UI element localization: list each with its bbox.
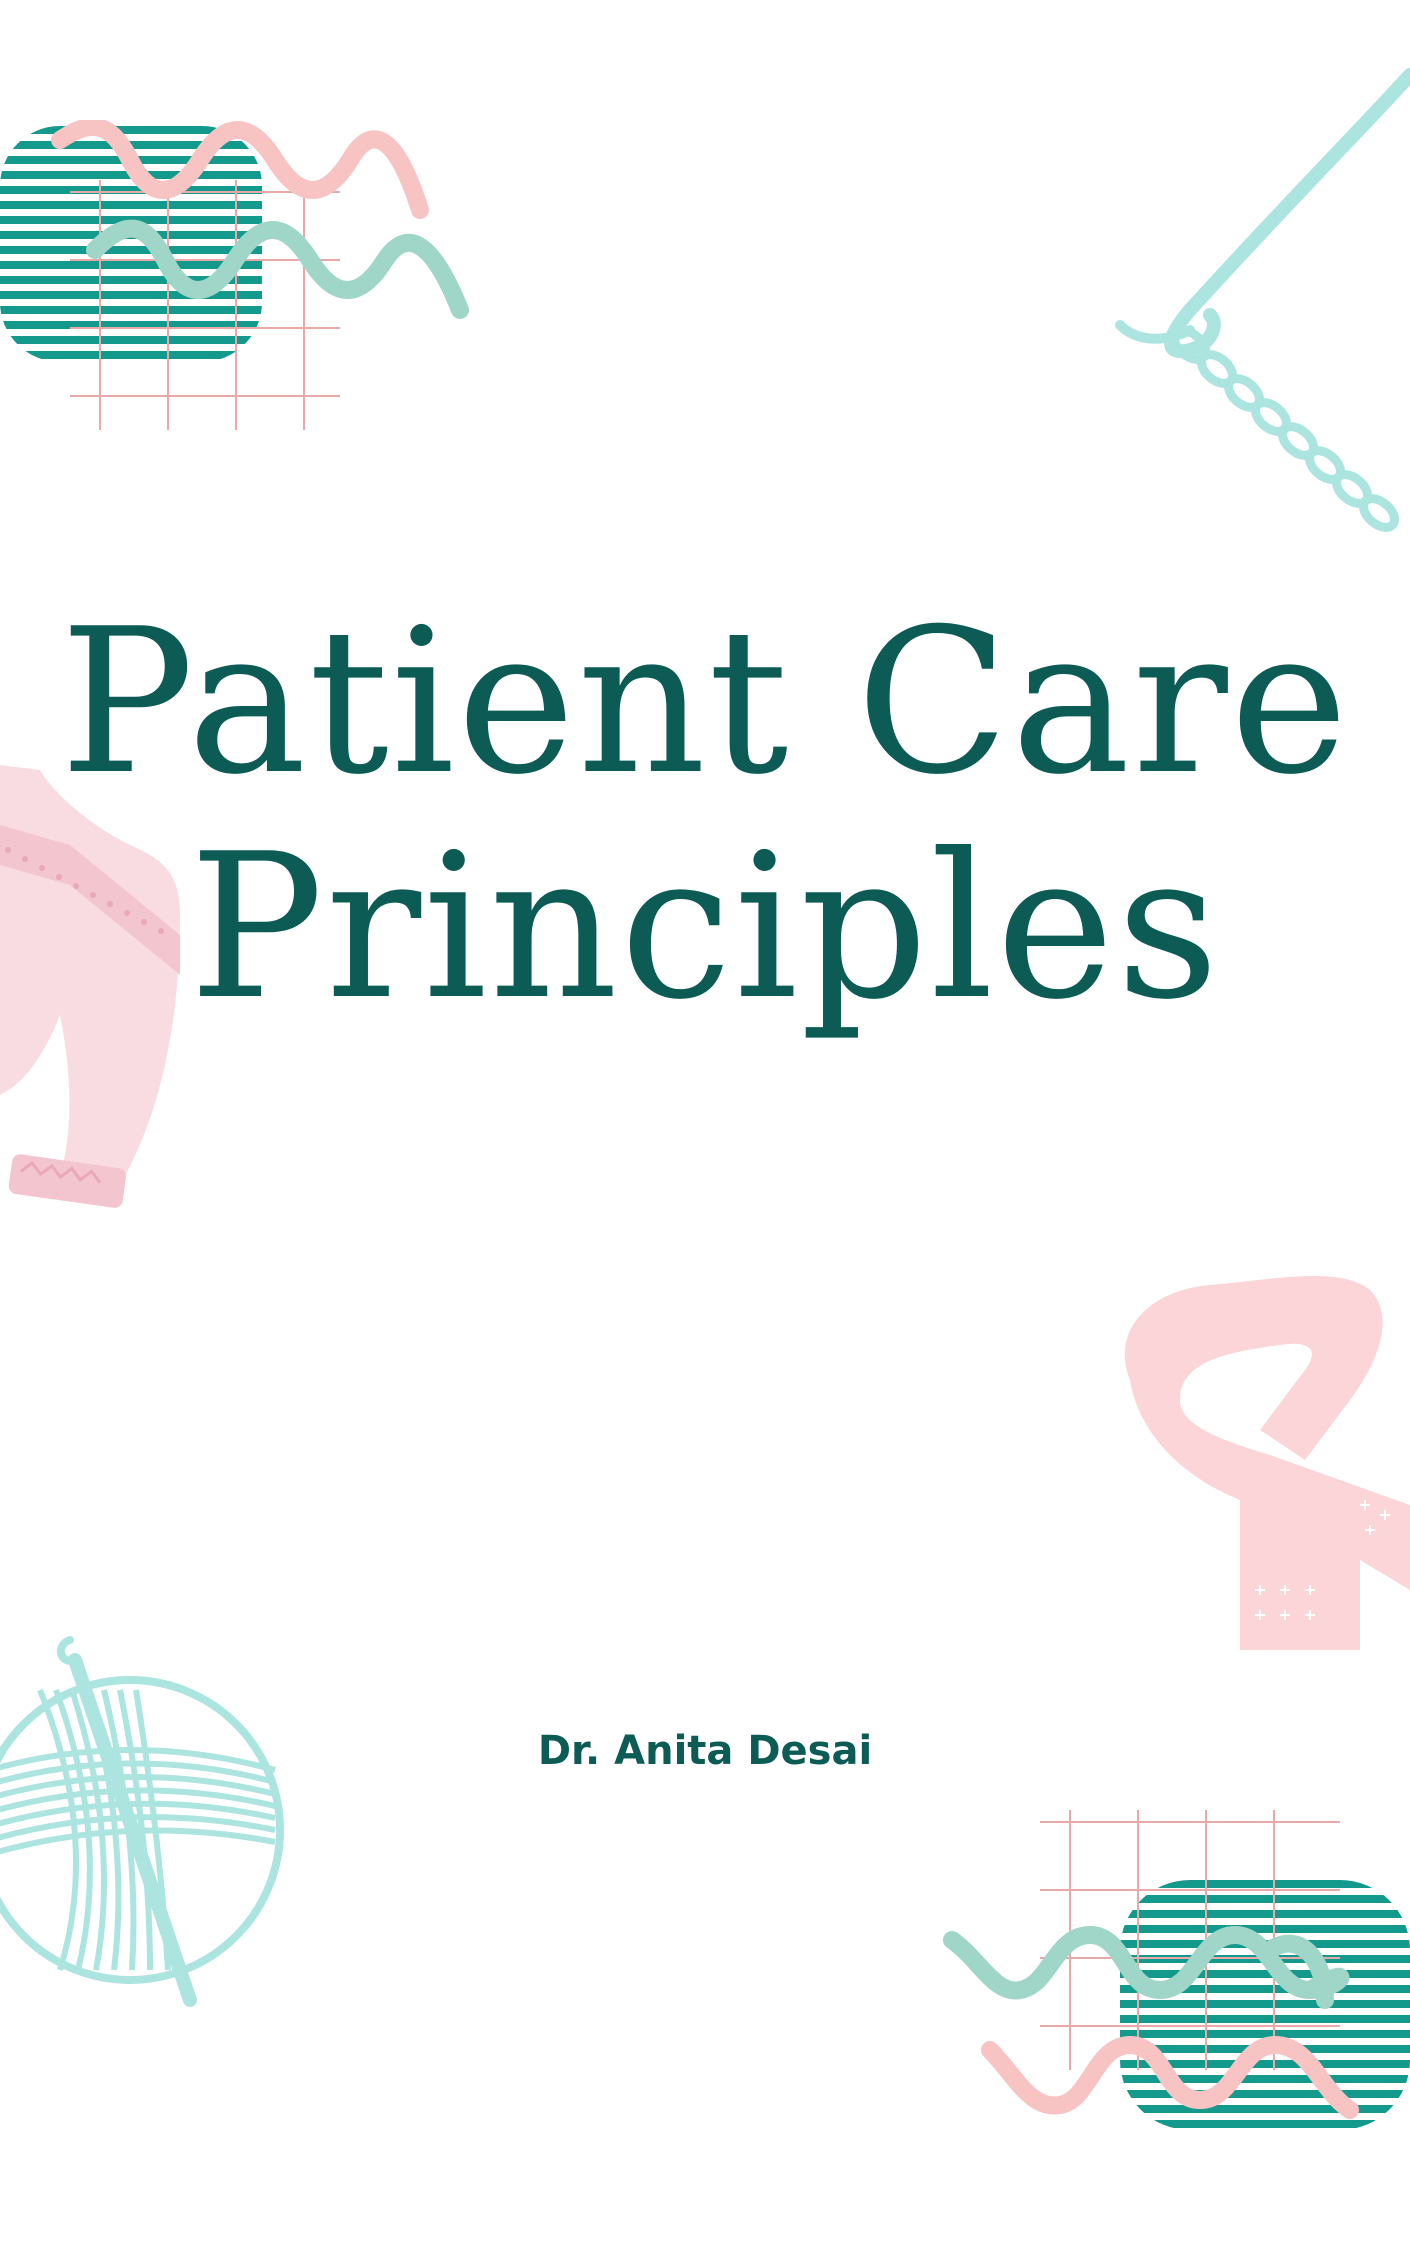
crochet-hook-chain-illustration xyxy=(1115,68,1410,532)
yarn-ball-illustration xyxy=(0,1636,284,2007)
title-line-1: Patient Care xyxy=(59,586,1351,819)
striped-grid-wave-ornament-bottom-right xyxy=(943,1810,1410,2128)
author-name: Dr. Anita Desai xyxy=(537,1728,873,1774)
scarf-illustration xyxy=(1124,1275,1410,1650)
title-line-2: Principles xyxy=(189,811,1221,1044)
book-cover: Patient Care Principles Dr. Anita Desai xyxy=(0,0,1410,2250)
striped-grid-wave-ornament-top-left xyxy=(0,120,469,430)
book-title: Patient Care Principles xyxy=(0,590,1410,1040)
